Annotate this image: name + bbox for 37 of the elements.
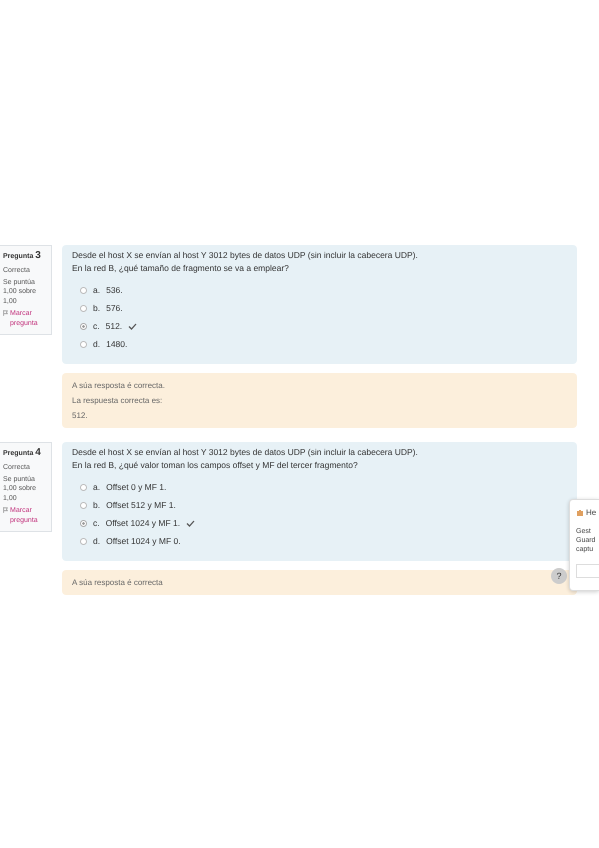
option-text: Offset 1024 y MF 1. [106,518,180,528]
radio-button[interactable] [80,538,87,544]
feedback-text: A súa resposta é correcta. [72,381,166,390]
radio-button[interactable] [80,520,87,526]
option-letter: d. [93,536,100,546]
help-button[interactable]: ? [551,568,567,584]
popup-title: He [586,508,596,517]
question-text: Desde el host X se envían al host Y 3012 bytes de datos UDP (sin incluir la cabecera UDP). [72,446,419,459]
option-letter: b. [93,500,100,510]
radio-button[interactable] [80,502,87,508]
question-text: Desde el host X se envían al host Y 3012 bytes de datos UDP (sin incluir la cabecera UDP). [72,249,419,262]
radio-button[interactable] [80,304,87,312]
option-letter: b. [93,303,100,313]
radio-button[interactable] [80,286,87,294]
feedback-text: A súa resposta é correcta [72,578,164,587]
option-letter: a. [93,482,100,492]
option-text: 536. [106,285,123,295]
feedback-text: 512. [72,411,89,420]
option-letter: c. [93,518,100,528]
popup-input-field[interactable] [576,564,599,578]
option-text: 512. [106,321,122,331]
question-text: En la red B, ¿qué valor toman los campos offset y MF del tercer fragmento? [72,459,359,472]
option-letter: d. [93,339,100,349]
option-text: 1480. [106,339,128,349]
option-text: Offset 512 y MF 1. [106,500,176,510]
option-letter: a. [93,285,100,295]
option-text: 576. [106,303,123,313]
flag-icon [3,309,8,318]
option-text: Offset 1024 y MF 0. [106,536,181,546]
feedback-text: La respuesta correcta es: [72,396,164,405]
flag-icon [3,506,8,514]
radio-button[interactable] [80,322,87,330]
option-text: Offset 0 y MF 1. [106,482,166,492]
radio-button[interactable] [80,340,87,348]
question-text: En la red B, ¿qué tamaño de fragmento se va a emplear? [72,262,290,275]
radio-button[interactable] [80,484,87,490]
option-letter: c. [93,321,100,331]
